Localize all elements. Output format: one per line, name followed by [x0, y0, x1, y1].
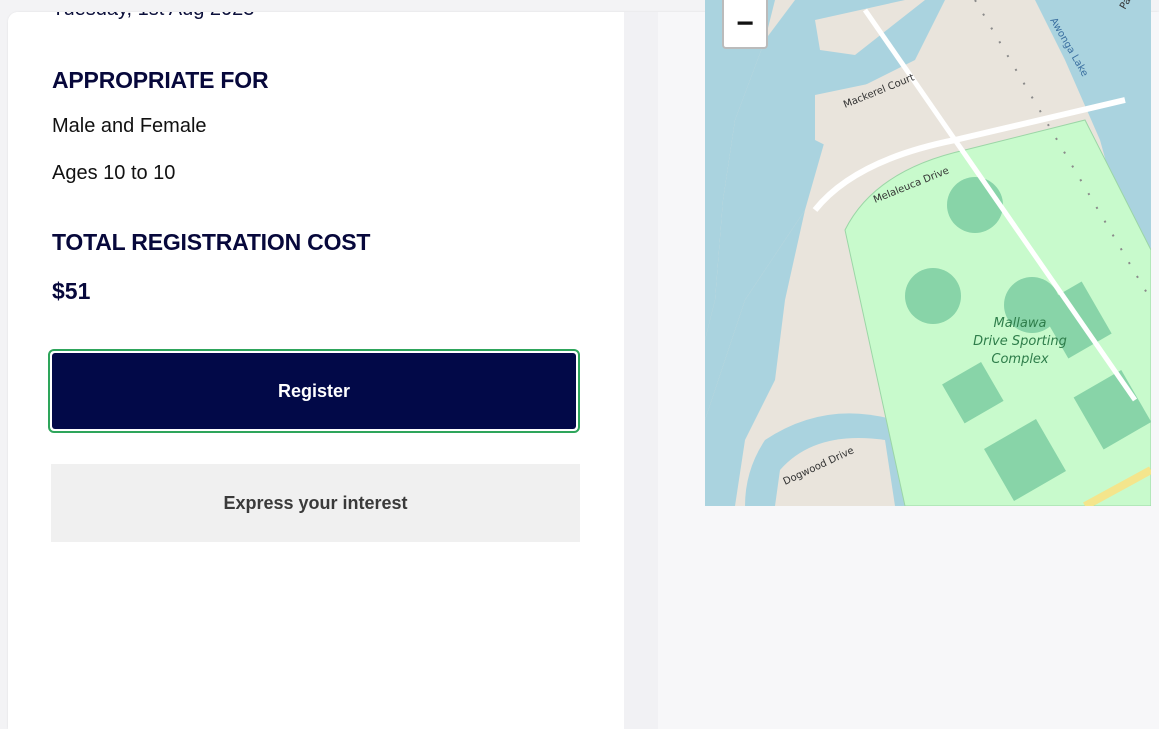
cost-heading: TOTAL REGISTRATION COST [52, 229, 371, 255]
map-label-complex-2: Drive Sporting [973, 334, 1067, 349]
map-label-complex-1: Mallawa [994, 316, 1047, 331]
register-button[interactable]: Register [48, 349, 580, 433]
map-panel-gutter [624, 12, 658, 729]
express-interest-button[interactable]: Express your interest [51, 464, 580, 542]
event-date: Tuesday, 1st Aug 2023 [52, 12, 254, 21]
gender-text: Male and Female [52, 115, 207, 137]
map-pitch-2 [905, 268, 961, 324]
map-tiles: Mackerel Court Melaleuca Drive Dogwood D… [705, 0, 1151, 506]
appropriate-heading: APPROPRIATE FOR [52, 67, 269, 93]
map-pitch-1 [947, 177, 1003, 233]
cost-value: $51 [52, 278, 91, 304]
venue-map[interactable]: Mackerel Court Melaleuca Drive Dogwood D… [705, 0, 1151, 506]
event-details-panel: Tuesday, 1st Aug 2023 APPROPRIATE FOR Ma… [8, 12, 624, 729]
register-button-label: Register [52, 353, 576, 429]
map-label-complex-3: Complex [991, 352, 1049, 367]
ages-text: Ages 10 to 10 [52, 162, 176, 184]
zoom-out-button[interactable]: − [722, 0, 768, 49]
